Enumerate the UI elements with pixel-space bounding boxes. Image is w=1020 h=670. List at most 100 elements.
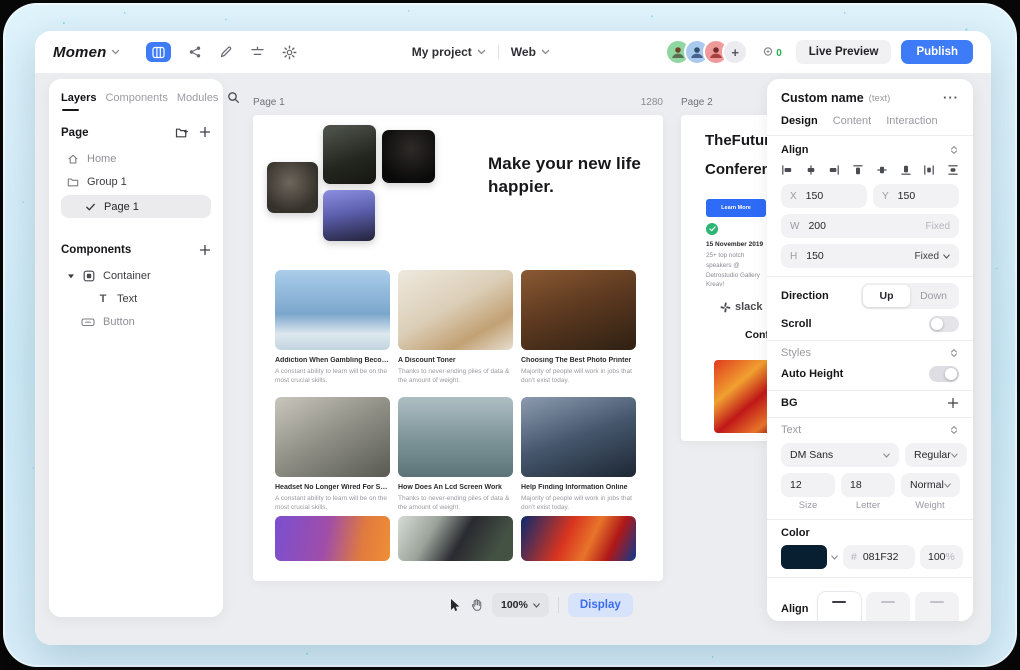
blog-card[interactable]: Help Finding Information Online Majority… bbox=[521, 397, 636, 524]
sidebar-item-group1[interactable]: Group 1 bbox=[61, 170, 211, 193]
align-bottom-icon[interactable] bbox=[900, 164, 912, 176]
credits-indicator[interactable]: 0 bbox=[762, 46, 782, 59]
tab-modules[interactable]: Modules bbox=[177, 92, 219, 104]
y-position-field[interactable]: Y 150 bbox=[873, 184, 959, 208]
font-family-select[interactable]: DM Sans bbox=[781, 443, 899, 467]
tab-design[interactable]: Design bbox=[781, 115, 818, 127]
height-field[interactable]: H 150 Fixed bbox=[781, 244, 959, 268]
layers-sidebar: Layers Components Modules Page bbox=[49, 79, 223, 617]
align-right-icon[interactable] bbox=[828, 164, 840, 176]
add-component-button[interactable] bbox=[199, 244, 211, 256]
w-value: 200 bbox=[808, 220, 826, 232]
collapse-icon[interactable] bbox=[949, 348, 959, 358]
hero-portrait-image[interactable] bbox=[382, 130, 435, 183]
hand-icon[interactable] bbox=[470, 598, 483, 612]
momen-logo[interactable]: Momen bbox=[53, 44, 120, 61]
card-title: How Does An Lcd Screen Work bbox=[398, 484, 513, 491]
align-horizontal-center-icon[interactable] bbox=[805, 164, 817, 176]
zoom-select[interactable]: 100% bbox=[492, 593, 549, 617]
live-preview-button[interactable]: Live Preview bbox=[796, 40, 892, 64]
blog-card[interactable]: Addiction When Gambling Become... A cons… bbox=[275, 270, 390, 397]
editor-workspace: Layers Components Modules Page bbox=[35, 73, 991, 645]
search-icon[interactable] bbox=[227, 91, 240, 104]
blog-card[interactable]: Headset No Longer Wired For Sound A cons… bbox=[275, 397, 390, 524]
blog-card[interactable]: Choosing The Best Photo Printer Majority… bbox=[521, 270, 636, 397]
sidebar-item-container[interactable]: Container bbox=[61, 264, 211, 287]
width-field[interactable]: W 200 Fixed bbox=[781, 214, 959, 238]
text-align-option[interactable] bbox=[866, 592, 910, 621]
font-size-input[interactable]: 12 bbox=[781, 473, 835, 497]
sidebar-item-home[interactable]: Home bbox=[61, 147, 211, 170]
h-label: H bbox=[790, 251, 797, 262]
hero-portrait-image[interactable] bbox=[267, 162, 318, 213]
add-collaborator-button[interactable]: + bbox=[722, 39, 748, 65]
text-align-option[interactable] bbox=[915, 592, 959, 621]
page2-label[interactable]: Page 2 bbox=[681, 97, 713, 108]
page1-canvas[interactable]: Make your new life happier. Addiction Wh… bbox=[253, 115, 663, 581]
hero-portrait-image[interactable] bbox=[323, 125, 376, 184]
learn-more-button[interactable]: Learn More bbox=[706, 199, 766, 217]
layout-panel-button[interactable] bbox=[146, 42, 171, 62]
tab-layers[interactable]: Layers bbox=[61, 92, 96, 104]
page1-label[interactable]: Page 1 bbox=[253, 97, 285, 108]
card-image[interactable] bbox=[275, 516, 390, 561]
font-weight-select[interactable]: Normal bbox=[901, 473, 960, 497]
collaborator-avatars: + bbox=[665, 39, 748, 65]
align-vertical-center-icon[interactable] bbox=[876, 164, 888, 176]
hero-title[interactable]: Make your new life happier. bbox=[488, 153, 643, 199]
sidebar-item-button[interactable]: Button bbox=[61, 310, 211, 333]
y-value: 150 bbox=[898, 190, 916, 202]
caret-down-icon[interactable] bbox=[67, 272, 75, 280]
sidebar-item-text[interactable]: T Text bbox=[61, 287, 211, 310]
divider bbox=[558, 597, 559, 613]
align-top-icon[interactable] bbox=[852, 164, 864, 176]
x-position-field[interactable]: X 150 bbox=[781, 184, 867, 208]
divider bbox=[767, 577, 973, 578]
sidebar-item-page1[interactable]: Page 1 bbox=[61, 195, 211, 218]
share-icon[interactable] bbox=[188, 45, 202, 59]
platform-dropdown[interactable]: Web bbox=[511, 45, 550, 59]
text-align-option[interactable] bbox=[818, 592, 862, 621]
hero-portrait-image[interactable] bbox=[323, 190, 375, 241]
cursor-icon[interactable] bbox=[448, 598, 461, 612]
distribute-icon[interactable] bbox=[250, 45, 265, 59]
h-mode-select[interactable]: Fixed bbox=[915, 251, 950, 262]
distribute-vertical-icon[interactable] bbox=[947, 164, 959, 176]
display-button[interactable]: Display bbox=[568, 593, 633, 617]
direction-down-option[interactable]: Down bbox=[910, 285, 957, 307]
more-icon[interactable]: ··· bbox=[943, 94, 959, 102]
collapse-icon[interactable] bbox=[949, 425, 959, 435]
tab-content[interactable]: Content bbox=[833, 115, 872, 127]
color-opacity-input[interactable]: 100 % bbox=[920, 545, 963, 569]
event-column[interactable]: 15 November 2019 25+ top notch speakers … bbox=[706, 237, 770, 290]
publish-button[interactable]: Publish bbox=[901, 40, 973, 64]
letter-spacing-input[interactable]: 18 bbox=[841, 473, 895, 497]
color-hex-input[interactable]: # 081F32 bbox=[843, 545, 915, 569]
color-swatch-select[interactable] bbox=[781, 545, 838, 569]
blog-card[interactable]: How Does An Lcd Screen Work Thanks to ne… bbox=[398, 397, 513, 524]
size-label: Size bbox=[781, 500, 835, 511]
event-date: 15 November 2019 bbox=[706, 241, 770, 248]
card-image[interactable] bbox=[521, 516, 636, 561]
card-image[interactable] bbox=[398, 516, 513, 561]
auto-height-toggle[interactable] bbox=[929, 366, 959, 382]
project-dropdown[interactable]: My project bbox=[412, 45, 486, 59]
gear-icon[interactable] bbox=[282, 45, 297, 60]
tab-components[interactable]: Components bbox=[105, 92, 167, 104]
button-icon bbox=[81, 316, 95, 328]
blog-card[interactable]: A Discount Toner Thanks to never-ending … bbox=[398, 270, 513, 397]
scroll-toggle[interactable] bbox=[929, 316, 959, 332]
add-page-button[interactable] bbox=[199, 126, 211, 139]
add-bg-button[interactable] bbox=[947, 397, 959, 409]
align-left-icon[interactable] bbox=[781, 164, 793, 176]
pen-icon[interactable] bbox=[219, 45, 233, 59]
tab-interaction[interactable]: Interaction bbox=[886, 115, 937, 127]
slack-logo[interactable]: slack bbox=[720, 301, 763, 313]
direction-up-option[interactable]: Up bbox=[863, 285, 910, 307]
distribute-horizontal-icon[interactable] bbox=[923, 164, 935, 176]
h-mode: Fixed bbox=[915, 251, 939, 262]
collapse-icon[interactable] bbox=[949, 145, 959, 155]
font-style-select[interactable]: Regular bbox=[905, 443, 967, 467]
folder-plus-icon[interactable] bbox=[175, 126, 189, 139]
opacity-value: 100 bbox=[928, 551, 946, 563]
